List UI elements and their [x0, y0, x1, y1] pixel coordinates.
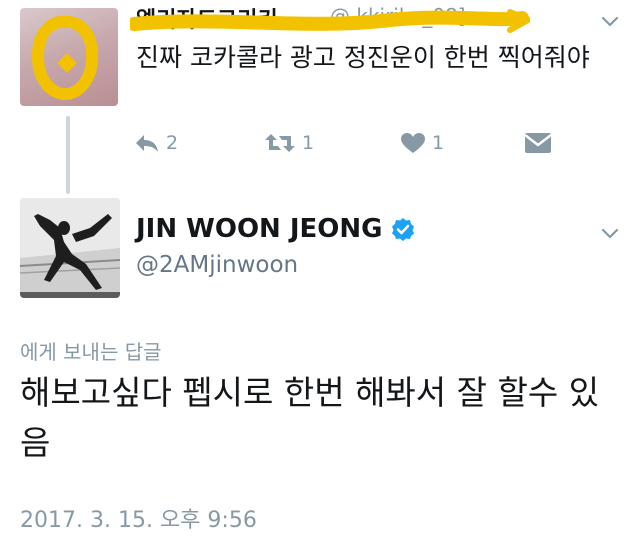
chevron-down-icon[interactable] [600, 224, 620, 244]
verified-badge-icon [391, 218, 414, 241]
reply-tweet-text: 해보고싶다 펩시로 한번 해봐서 잘 할수 있음 [20, 373, 600, 462]
tweet-timestamp[interactable]: 2017. 3. 15. 오후 9:56 [20, 502, 257, 534]
direct-message-icon [524, 133, 552, 153]
reply-author-avatar[interactable] [20, 198, 120, 298]
retweet-count: 1 [302, 132, 315, 154]
direct-message-action[interactable] [524, 132, 552, 154]
heart-icon [401, 133, 425, 153]
original-tweet-text: 진짜 코카콜라 광고 정진운이 한번 찍어줘야 [136, 43, 590, 72]
reply-handle[interactable]: @2AMjinwoon [136, 252, 298, 278]
chevron-down-icon[interactable] [600, 12, 620, 32]
retweet-action[interactable]: 1 [264, 132, 314, 154]
redaction-scribble [130, 9, 530, 33]
retweet-icon [265, 134, 295, 152]
reply-icon [136, 135, 158, 152]
like-count: 1 [432, 132, 445, 154]
reply-display-name[interactable]: JIN WOON JEONG [136, 214, 383, 244]
reply-to-label[interactable]: 에게 보내는 답글 [20, 336, 162, 365]
reply-action[interactable]: 2 [134, 132, 178, 154]
avatar-photo [20, 198, 120, 298]
reply-author-name-row[interactable]: JIN WOON JEONG [136, 214, 415, 244]
reply-count: 2 [166, 132, 179, 154]
original-tweet-avatar[interactable] [20, 8, 118, 106]
like-action[interactable]: 1 [400, 132, 444, 154]
thread-connector-line [66, 116, 70, 194]
